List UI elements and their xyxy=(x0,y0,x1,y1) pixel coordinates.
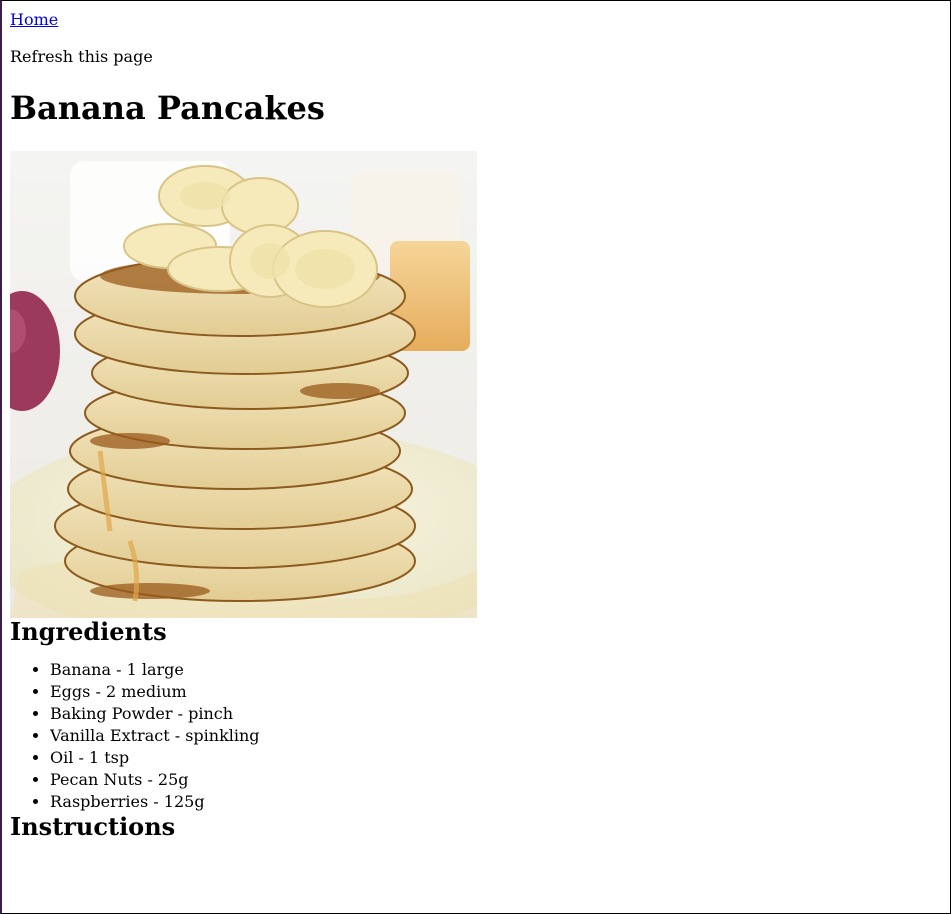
list-item: Raspberries - 125g xyxy=(50,791,942,813)
list-item: Pecan Nuts - 25g xyxy=(50,769,942,791)
instructions-heading: Instructions xyxy=(10,811,176,841)
refresh-text: Refresh this page xyxy=(10,47,153,66)
list-item: Oil - 1 tsp xyxy=(50,747,942,769)
recipe-image xyxy=(10,151,477,619)
list-item: Banana - 1 large xyxy=(50,659,942,681)
home-link[interactable]: Home xyxy=(10,10,58,29)
ingredients-heading: Ingredients xyxy=(10,617,167,647)
recipe-title: Banana Pancakes xyxy=(10,89,325,127)
page-content: Home Refresh this page Banana Pancakes I… xyxy=(2,1,950,842)
list-item: Eggs - 2 medium xyxy=(50,681,942,703)
list-item: Vanilla Extract - spinkling xyxy=(50,725,942,747)
list-item: Baking Powder - pinch xyxy=(50,703,942,725)
ingredients-list: Banana - 1 large Eggs - 2 medium Baking … xyxy=(10,659,942,813)
